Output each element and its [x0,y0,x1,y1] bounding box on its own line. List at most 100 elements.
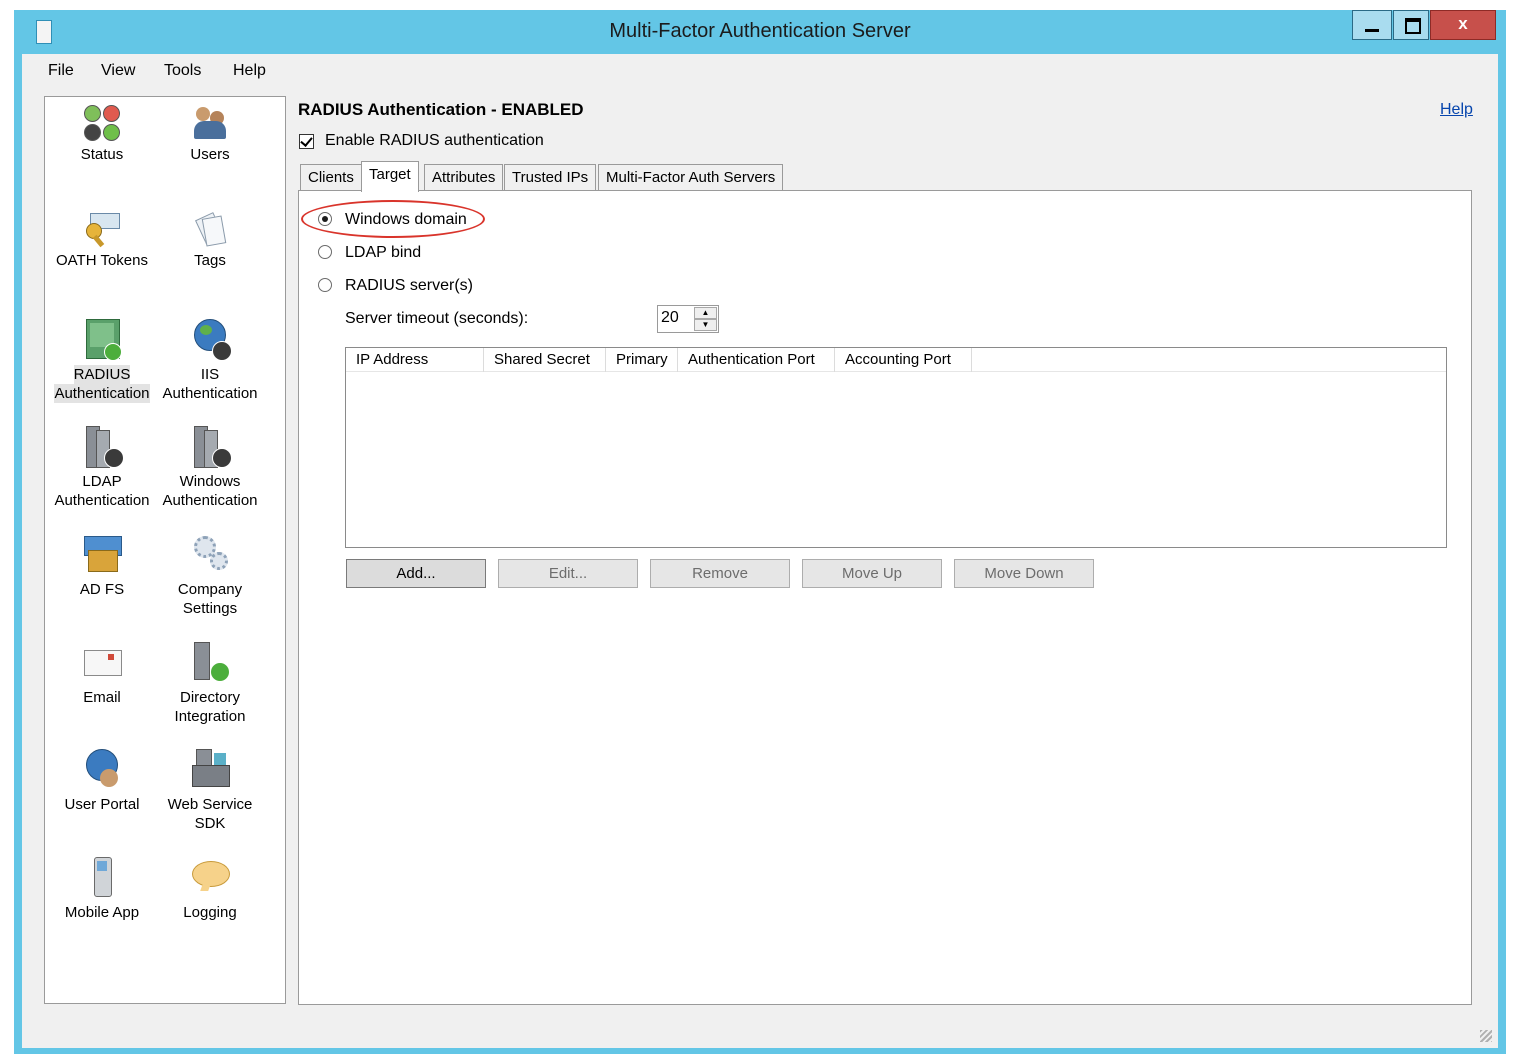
column-accounting-port[interactable]: Accounting Port [835,348,972,372]
menu-help[interactable]: Help [233,62,266,80]
sidebar-item-directory-integration[interactable]: Directory Integration [156,642,264,726]
enable-radius-checkbox[interactable] [299,134,314,149]
add-button[interactable]: Add... [346,559,486,588]
resize-grip-icon[interactable] [1480,1030,1492,1042]
maximize-button[interactable] [1393,10,1429,40]
sidebar-item-label: Windows [179,473,241,490]
tab-attributes[interactable]: Attributes [424,164,504,190]
tab-trusted-ips[interactable]: Trusted IPs [504,164,597,190]
status-icon [84,105,120,141]
table-header: IP Address Shared Secret Primary Authent… [346,348,1446,372]
checkmark-icon [300,134,313,147]
move-down-button[interactable]: Move Down [954,559,1094,588]
tags-icon [192,211,228,247]
close-button[interactable]: x [1430,10,1496,40]
server-timeout-stepper[interactable]: 20 ▲ ▼ [657,305,719,333]
sdk-icon [192,749,230,791]
minimize-button[interactable] [1352,10,1392,40]
tab-multi-factor-auth-servers[interactable]: Multi-Factor Auth Servers [598,164,784,190]
sidebar-item-label: AD FS [79,581,125,598]
sidebar-item-users[interactable]: Users [156,105,264,164]
title-bar[interactable]: Multi-Factor Authentication Server x [14,10,1506,54]
sidebar-item-label: Integration [174,708,246,725]
sidebar-item-web-service-sdk[interactable]: Web Service SDK [156,749,264,833]
column-ip-address[interactable]: IP Address [346,348,484,372]
radius-icon [84,319,122,361]
key-icon [84,211,120,248]
sidebar-item-status[interactable]: Status [48,105,156,164]
sidebar-item-label: LDAP [82,473,122,490]
directory-icon [192,642,230,684]
sidebar-item-mobile-app[interactable]: Mobile App [48,857,156,922]
server-timeout-value: 20 [661,309,679,326]
window-title: Multi-Factor Authentication Server [609,20,911,42]
radius-servers-radio[interactable] [318,278,332,292]
column-shared-secret[interactable]: Shared Secret [484,348,606,372]
sidebar-item-company-settings[interactable]: Company Settings [156,534,264,618]
sidebar-item-label: User Portal [64,796,140,813]
sidebar: Status Users OATH Tokens Tags RADIUS Aut… [44,96,286,1004]
phone-icon [84,857,120,899]
menu-view[interactable]: View [101,62,135,80]
sidebar-item-label: Tags [194,252,226,269]
spin-down-icon[interactable]: ▼ [694,319,717,331]
enable-radius-label: Enable RADIUS authentication [325,132,544,149]
sidebar-item-label: Company [177,581,243,598]
sidebar-item-ad-fs[interactable]: AD FS [48,534,156,599]
server-timeout-label: Server timeout (seconds): [345,310,529,327]
sidebar-item-windows-authentication[interactable]: Windows Authentication [156,426,264,510]
spin-up-icon[interactable]: ▲ [694,307,717,319]
edit-button[interactable]: Edit... [498,559,638,588]
users-icon [192,105,228,141]
menu-file[interactable]: File [48,62,74,80]
portal-icon [84,749,120,791]
menu-tools[interactable]: Tools [164,62,201,80]
minimize-icon [1365,29,1379,32]
sidebar-item-iis-authentication[interactable]: IIS Authentication [156,319,264,403]
sidebar-item-oath-tokens[interactable]: OATH Tokens [48,211,156,270]
sidebar-item-label: Authentication [162,385,258,402]
sidebar-item-radius-authentication[interactable]: RADIUS Authentication [48,319,156,403]
speech-bubble-icon [192,857,230,899]
highlight-ellipse [301,200,485,238]
sidebar-item-label: Authentication [54,492,150,509]
sidebar-item-label: Authentication [54,384,150,403]
sidebar-item-label: Status [80,146,124,163]
gears-icon [192,534,228,576]
ldap-bind-label: LDAP bind [345,244,422,261]
close-icon: x [1458,14,1468,33]
move-up-button[interactable]: Move Up [802,559,942,588]
sidebar-item-label: Authentication [162,492,258,509]
server-icon [84,426,124,468]
adfs-icon [84,534,122,576]
sidebar-item-label: RADIUS [73,365,131,384]
sidebar-item-email[interactable]: Email [48,642,156,707]
sidebar-item-logging[interactable]: Logging [156,857,264,922]
sidebar-item-label: Email [83,689,121,706]
ldap-bind-radio[interactable] [318,245,332,259]
sidebar-item-label: OATH Tokens [56,252,148,269]
tab-clients[interactable]: Clients [300,164,362,190]
remove-button[interactable]: Remove [650,559,790,588]
tab-target[interactable]: Target [361,161,419,192]
sidebar-item-tags[interactable]: Tags [156,211,264,270]
maximize-icon [1405,18,1421,34]
sidebar-item-label: Logging [183,904,237,921]
sidebar-item-label: SDK [194,815,226,832]
sidebar-item-user-portal[interactable]: User Portal [48,749,156,814]
radius-servers-table[interactable]: IP Address Shared Secret Primary Authent… [345,347,1447,548]
sidebar-item-label: Users [190,146,230,163]
server-icon [192,426,232,468]
sidebar-item-label: IIS [200,366,220,383]
sidebar-item-label: Settings [182,600,238,617]
sidebar-item-label: Mobile App [64,904,140,921]
globe-icon [192,319,232,361]
page-title: RADIUS Authentication - ENABLED [298,100,584,119]
sidebar-item-ldap-authentication[interactable]: LDAP Authentication [48,426,156,510]
help-link[interactable]: Help [1440,101,1473,119]
sidebar-item-label: Web Service [167,796,253,813]
column-primary[interactable]: Primary [606,348,678,372]
sidebar-item-label: Directory [179,689,240,706]
column-authentication-port[interactable]: Authentication Port [678,348,835,372]
envelope-icon [84,642,122,684]
